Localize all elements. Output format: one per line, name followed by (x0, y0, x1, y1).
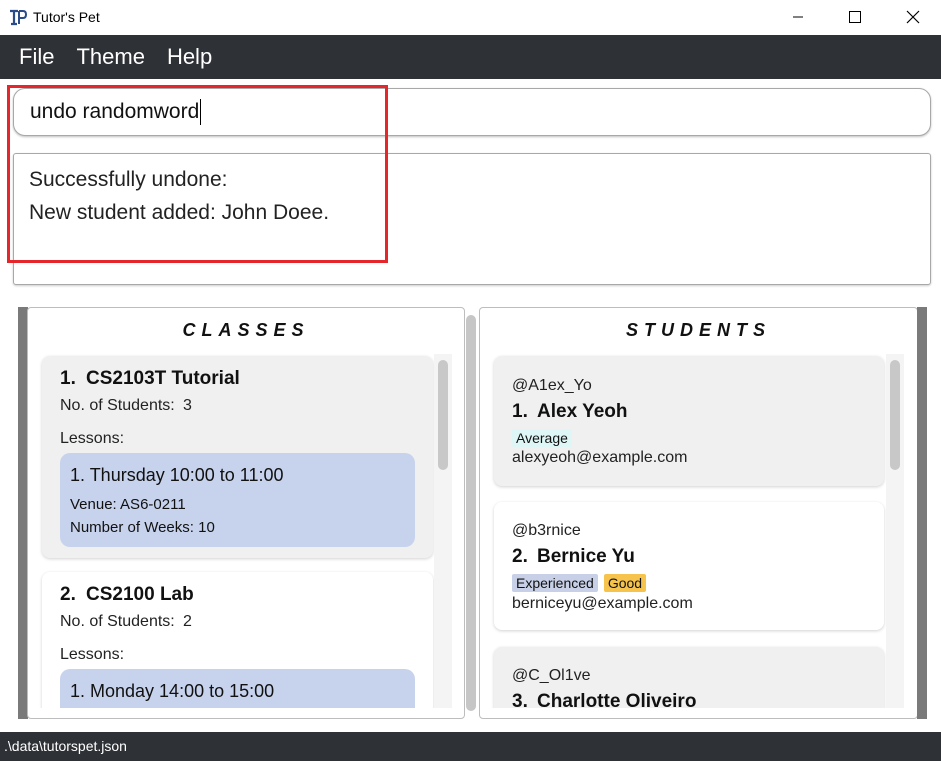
student-list-scrollbar[interactable] (886, 354, 904, 708)
student-index: 1. (512, 401, 528, 422)
student-email: alexyeoh@example.com (512, 449, 688, 466)
minimize-button[interactable] (775, 0, 821, 33)
student-list[interactable]: @A1ex_Yo 1. Alex Yeoh Average alexyeoh@e… (480, 350, 888, 708)
class-list[interactable]: 1. CS2103T Tutorial No. of Students: 3 L… (28, 350, 464, 708)
scrollbar-thumb[interactable] (890, 360, 900, 470)
student-index: 2. (512, 546, 528, 567)
students-panel: STUDENTS @A1ex_Yo 1. Alex Yeoh Average a… (479, 307, 918, 719)
students-count-label: No. of Students: (60, 613, 175, 630)
classes-heading: CLASSES (182, 320, 310, 340)
title-bar: Tutor's Pet (0, 0, 941, 35)
students-count-label: No. of Students: (60, 397, 175, 414)
menu-file[interactable]: File (8, 35, 65, 79)
lessons-label: Lessons: (60, 430, 125, 447)
student-card[interactable]: @C_Ol1ve 3. Charlotte Oliveiro (494, 647, 884, 708)
data-file-path: .\data\tutorspet.json (4, 738, 127, 754)
student-handle: @C_Ol1ve (512, 667, 591, 684)
students-count-value: 2 (183, 613, 192, 630)
student-card[interactable]: @b3rnice 2. Bernice Yu Experienced Good … (494, 502, 884, 630)
student-handle: @A1ex_Yo (512, 377, 592, 394)
menu-bar: File Theme Help (0, 35, 941, 79)
lessons-label: Lessons: (60, 646, 125, 663)
maximize-icon (849, 10, 861, 23)
close-button[interactable] (890, 0, 936, 33)
class-card[interactable]: 2. CS2100 Lab No. of Students: 2 Lessons… (42, 572, 433, 708)
class-card[interactable]: 1. CS2103T Tutorial No. of Students: 3 L… (42, 356, 433, 558)
scrollbar-thumb[interactable] (438, 360, 448, 470)
minimize-icon (793, 16, 803, 17)
class-name: CS2103T Tutorial (86, 368, 240, 389)
student-handle: @b3rnice (512, 522, 581, 539)
student-index: 3. (512, 691, 528, 708)
students-heading: STUDENTS (625, 320, 771, 340)
student-tags: Experienced Good (512, 574, 652, 592)
close-icon (906, 10, 920, 23)
lesson-weeks: Number of Weeks: 10 (70, 519, 215, 536)
maximize-button[interactable] (832, 0, 878, 33)
split-divider[interactable] (466, 315, 476, 711)
tag-badge: Average (512, 429, 572, 447)
students-panel-border (917, 307, 927, 719)
classes-panel: CLASSES 1. CS2103T Tutorial No. of Stude… (27, 307, 465, 719)
app-logo-icon (10, 9, 28, 26)
lesson-card: 1. Thursday 10:00 to 11:00 Venue: AS6-02… (60, 453, 415, 547)
highlight-annotation (7, 85, 388, 263)
lesson-venue: Venue: AS6-0211 (70, 496, 186, 513)
status-bar: .\data\tutorspet.json (0, 732, 941, 761)
student-email: berniceyu@example.com (512, 595, 693, 612)
students-count-value: 3 (183, 397, 192, 414)
menu-help[interactable]: Help (156, 35, 223, 79)
class-index: 1. (60, 368, 76, 389)
student-name: Bernice Yu (537, 546, 635, 567)
student-name: Alex Yeoh (537, 401, 628, 422)
class-name: CS2100 Lab (86, 584, 194, 605)
class-list-scrollbar[interactable] (434, 354, 452, 708)
class-index: 2. (60, 584, 76, 605)
tag-badge: Experienced (512, 574, 598, 592)
student-tags: Average (512, 429, 578, 447)
lesson-title: 1. Monday 14:00 to 15:00 (70, 681, 275, 701)
student-card[interactable]: @A1ex_Yo 1. Alex Yeoh Average alexyeoh@e… (494, 356, 884, 486)
student-name: Charlotte Oliveiro (537, 691, 697, 708)
window-title: Tutor's Pet (33, 9, 100, 25)
menu-theme[interactable]: Theme (65, 35, 155, 79)
tag-badge: Good (603, 574, 647, 592)
lesson-title: 1. Thursday 10:00 to 11:00 (70, 465, 284, 485)
lesson-card: 1. Monday 14:00 to 15:00 (60, 669, 415, 708)
